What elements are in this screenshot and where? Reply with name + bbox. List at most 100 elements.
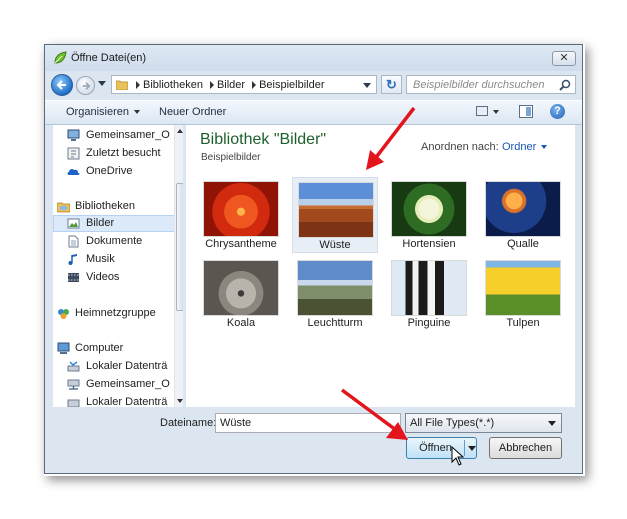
file-tile-chrysanthemum[interactable]: Chrysantheme xyxy=(198,177,284,253)
breadcrumb-item[interactable]: Beispielbilder xyxy=(259,79,324,91)
nav-item-label: Gemeinsamer_O xyxy=(86,129,170,141)
file-tile-koala[interactable]: Koala xyxy=(198,256,284,332)
file-name: Hortensien xyxy=(402,238,456,250)
recent-locations-dropdown[interactable] xyxy=(98,81,106,86)
arrange-by-dropdown[interactable]: Ordner xyxy=(502,141,548,153)
arrow-left-icon xyxy=(56,80,66,90)
nav-item-network-drive[interactable]: Gemeinsamer_O xyxy=(53,376,175,393)
view-options-dropdown[interactable] xyxy=(493,110,499,114)
close-button[interactable]: ✕ xyxy=(552,51,576,66)
library-title: Bibliothek "Bilder" xyxy=(200,131,327,148)
nav-item-music[interactable]: Musik xyxy=(53,251,175,268)
nav-item-pictures[interactable]: Bilder xyxy=(53,215,175,232)
navigation-pane: Gemeinsamer_O Zuletzt besucht OneDrive B… xyxy=(53,125,183,407)
arrange-by-value: Ordner xyxy=(502,141,537,153)
chevron-down-icon xyxy=(541,145,548,150)
preview-pane-icon[interactable] xyxy=(519,105,533,118)
onedrive-icon xyxy=(67,168,80,175)
address-dropdown[interactable] xyxy=(363,83,371,88)
help-icon[interactable]: ? xyxy=(550,104,565,119)
nav-item-recent[interactable]: Zuletzt besucht xyxy=(53,145,175,162)
thumbnail-hydrangeas xyxy=(391,181,467,237)
nav-item-local-disk-2[interactable]: Lokaler Datenträ xyxy=(53,394,175,407)
folder-icon xyxy=(116,80,128,90)
breadcrumb-item[interactable]: Bibliotheken xyxy=(143,79,203,91)
nav-item-network-share[interactable]: Gemeinsamer_O xyxy=(53,127,175,144)
videos-icon xyxy=(68,273,79,282)
thumbnail-desert xyxy=(298,182,374,238)
window-title: Öffne Datei(en) xyxy=(71,52,147,64)
back-button[interactable] xyxy=(51,74,73,96)
refresh-button[interactable]: ↻ xyxy=(381,75,402,94)
library-subtitle: Beispielbilder xyxy=(201,152,261,163)
file-name: Leuchtturm xyxy=(307,317,363,329)
nav-item-label: Bibliotheken xyxy=(75,200,135,212)
file-name: Wüste xyxy=(319,239,351,251)
organize-button[interactable]: Organisieren xyxy=(66,106,140,118)
file-tile-penguins[interactable]: Pinguine xyxy=(386,256,472,332)
file-tile-desert[interactable]: Wüste xyxy=(292,177,378,253)
libraries-icon xyxy=(57,202,70,213)
file-name: Qualle xyxy=(507,238,539,250)
thumbnail-tulips xyxy=(485,260,561,316)
open-button[interactable]: Öffnen xyxy=(406,437,477,459)
nav-item-label: OneDrive xyxy=(86,165,133,177)
nav-item-onedrive[interactable]: OneDrive xyxy=(53,163,175,180)
mouse-pointer-icon xyxy=(451,446,465,466)
scroll-up-icon[interactable] xyxy=(177,129,183,133)
nav-item-homegroup[interactable]: Heimnetzgruppe xyxy=(53,305,175,322)
chevron-down-icon xyxy=(548,421,556,426)
nav-item-documents[interactable]: Dokumente xyxy=(53,233,175,250)
scroll-thumb[interactable] xyxy=(176,183,183,311)
nav-item-videos[interactable]: Videos xyxy=(53,269,175,286)
change-view-icon[interactable] xyxy=(476,106,488,116)
file-tile-jellyfish[interactable]: Qualle xyxy=(480,177,566,253)
open-file-dialog: Öffne Datei(en) ✕ Bibliotheken Bilder Beis… xyxy=(44,44,583,474)
nav-item-computer[interactable]: Computer xyxy=(53,340,175,357)
breadcrumb-separator-icon[interactable] xyxy=(136,81,140,90)
nav-item-libraries[interactable]: Bibliotheken xyxy=(53,198,175,215)
computer-icon xyxy=(57,342,70,354)
nav-scrollbar[interactable] xyxy=(174,125,183,407)
thumbnail-chrysanthemum xyxy=(203,181,279,237)
music-icon xyxy=(68,254,77,265)
command-bar: Organisieren Neuer Ordner ? xyxy=(45,100,582,125)
app-leaf-icon xyxy=(54,51,67,64)
search-input[interactable]: Beispielbilder durchsuchen xyxy=(406,75,576,94)
nav-item-label: Videos xyxy=(86,271,120,283)
forward-button[interactable] xyxy=(76,76,95,95)
scroll-down-icon[interactable] xyxy=(177,399,183,403)
organize-label: Organisieren xyxy=(66,106,129,118)
address-row: Bibliotheken Bilder Beispielbilder ↻ Beisp… xyxy=(45,72,582,98)
file-list: Bibliothek "Bilder" Beispielbilder Anord… xyxy=(186,125,575,407)
cancel-button[interactable]: Abbrechen xyxy=(489,437,562,459)
local-disk-icon xyxy=(67,399,80,407)
filename-input[interactable]: Wüste xyxy=(215,413,401,433)
recent-places-icon xyxy=(67,147,80,160)
network-drive-icon xyxy=(67,379,80,390)
breadcrumb-item[interactable]: Bilder xyxy=(217,79,245,91)
nav-item-local-disk[interactable]: Lokaler Datenträ xyxy=(53,358,175,375)
pictures-icon xyxy=(67,218,80,229)
documents-icon xyxy=(68,235,79,248)
breadcrumb-separator-icon[interactable] xyxy=(252,81,257,90)
dialog-footer: Dateiname: Wüste All File Types(*.*) Öff… xyxy=(45,409,582,473)
breadcrumb-separator-icon[interactable] xyxy=(209,81,214,90)
network-computer-icon xyxy=(67,129,80,141)
nav-item-label: Dokumente xyxy=(86,235,143,247)
address-bar[interactable]: Bibliotheken Bilder Beispielbilder xyxy=(111,75,377,94)
title-bar: Öffne Datei(en) ✕ xyxy=(45,45,582,71)
arrange-by-label: Anordnen nach: xyxy=(421,141,499,153)
file-tile-tulips[interactable]: Tulpen xyxy=(480,256,566,332)
open-options-dropdown[interactable] xyxy=(468,446,476,451)
new-folder-button[interactable]: Neuer Ordner xyxy=(159,106,226,118)
file-type-value: All File Types(*.*) xyxy=(410,417,495,429)
file-tile-lighthouse[interactable]: Leuchtturm xyxy=(292,256,378,332)
file-type-select[interactable]: All File Types(*.*) xyxy=(405,413,562,433)
homegroup-icon xyxy=(58,309,69,319)
file-name: Pinguine xyxy=(407,317,451,329)
chevron-down-icon xyxy=(133,110,140,115)
nav-item-label: Gemeinsamer_O xyxy=(86,378,170,390)
file-tile-hydrangeas[interactable]: Hortensien xyxy=(386,177,472,253)
search-icon[interactable] xyxy=(559,79,571,91)
